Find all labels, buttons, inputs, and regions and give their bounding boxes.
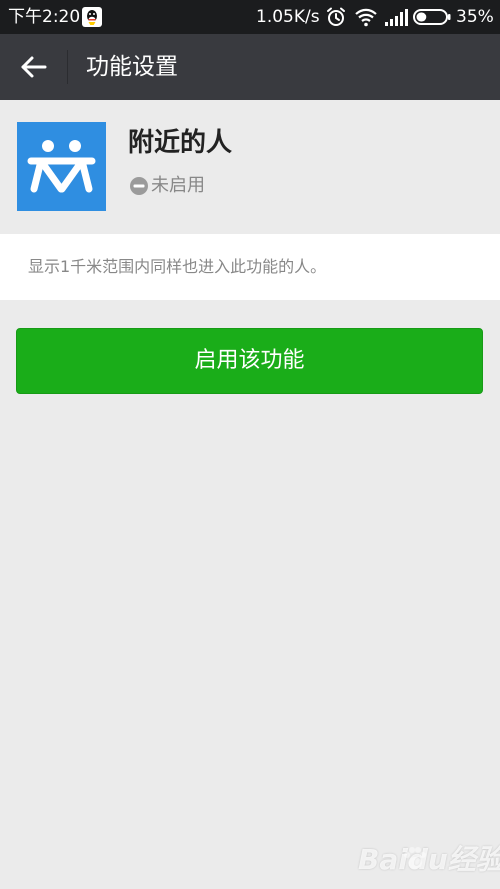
status-bar: 下午2:20 1.05K/s 35% [0,0,500,34]
enable-feature-button[interactable]: 启用该功能 [16,328,483,394]
feature-name: 附近的人 [128,128,233,158]
disabled-icon [130,177,148,195]
watermark: Baidu经验 [358,840,500,882]
alarm-icon [327,7,345,26]
people-nearby-icon [17,122,106,211]
feature-status: 未启用 [151,175,205,196]
network-speed: 1.05K/s [256,7,320,27]
paw-icon [404,847,426,869]
battery-percent: 35% [456,7,494,27]
back-arrow-icon[interactable] [18,52,48,82]
signal-icon [385,9,408,26]
feature-header: 附近的人 未启用 [0,100,500,233]
wifi-icon [355,8,377,27]
battery-icon [413,9,451,25]
description-card: 显示1千米范围内同样也进入此功能的人。 [0,234,500,300]
status-time: 下午2:20 [8,7,81,27]
nav-divider [67,50,68,84]
qq-icon [82,7,102,27]
page-title: 功能设置 [86,54,178,80]
navigation-bar: 功能设置 [0,34,500,100]
feature-description: 显示1千米范围内同样也进入此功能的人。 [28,257,327,276]
